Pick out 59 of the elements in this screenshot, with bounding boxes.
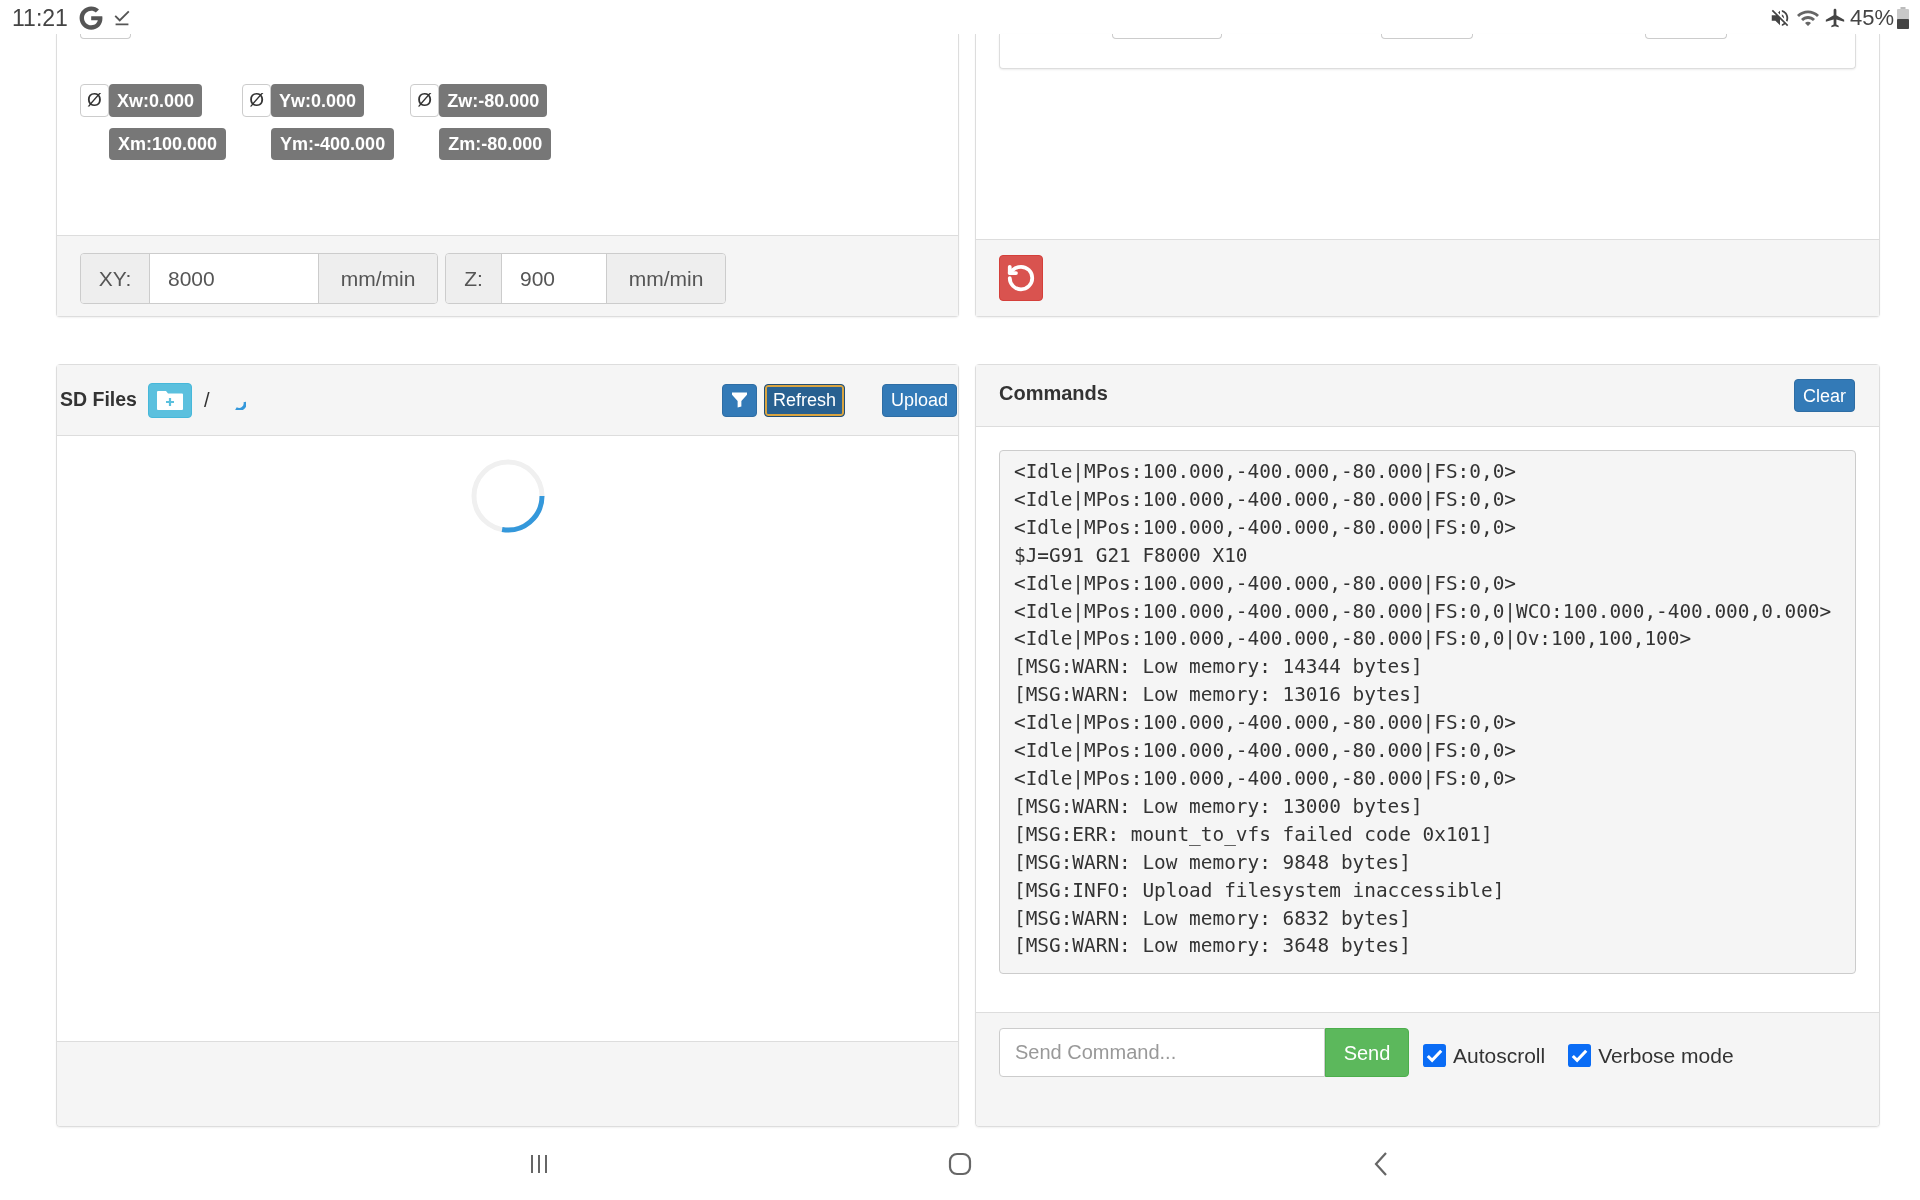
log-line: <Idle|MPos:100.000,-400.000,-80.000|FS:0,0> (1014, 710, 1516, 737)
log-line: <Idle|MPos:100.000,-400.000,-80.000|FS:0,0|Ov:100,100,100> (1014, 626, 1692, 653)
status-time: 11:21 (12, 6, 68, 30)
home-icon[interactable] (948, 1151, 972, 1176)
feed-rate-label: Z: (446, 254, 501, 303)
log-line: [MSG:WARN: Low memory: 6832 bytes] (1014, 905, 1411, 932)
log-line: <Idle|MPos:100.000,-400.000,-80.000|FS:0,0> (1014, 514, 1516, 541)
refresh-button[interactable]: Refresh (763, 383, 845, 417)
log-line: <Idle|MPos:100.000,-400.000,-80.000|FS:0,0|WCO:100.000,-400.000,0.000> (1014, 598, 1832, 625)
checkbox-label: Autoscroll (1453, 1045, 1546, 1066)
machine-position-badge: Ym:-400.000 (271, 128, 395, 160)
log-line: [MSG:INFO: Upload filesystem inaccessible] (1014, 877, 1505, 904)
loading-spinner-icon (469, 458, 546, 534)
recent-apps-icon[interactable] (529, 1153, 549, 1174)
feed-rate-label: XY: (81, 254, 149, 303)
command-input[interactable]: Send Command... (999, 1028, 1325, 1077)
log-line: [MSG:WARN: Low memory: 13000 bytes] (1014, 793, 1423, 820)
log-line: [MSG:WARN: Low memory: 13016 bytes] (1014, 682, 1423, 709)
log-line: <Idle|MPos:100.000,-400.000,-80.000|FS:0,0> (1014, 459, 1516, 485)
panel-title: Commands (999, 381, 1108, 406)
log-line: $J=G91 G21 F8000 X10 (1014, 542, 1248, 569)
log-line: <Idle|MPos:100.000,-400.000,-80.000|FS:0,0> (1014, 738, 1516, 765)
g-logo-icon (78, 6, 103, 30)
counterclockwise-arrow-icon (1006, 263, 1036, 293)
work-position-badge: Zw:-80.000 (439, 84, 548, 117)
filter-icon (731, 392, 747, 408)
back-icon[interactable] (1374, 1151, 1388, 1176)
battery-icon (1897, 7, 1909, 29)
folder-plus-icon (156, 390, 183, 410)
zero-button[interactable]: Ø (80, 84, 109, 117)
filter-button[interactable] (721, 383, 757, 417)
reset-button[interactable] (999, 255, 1043, 301)
feed-rate-field[interactable]: 8000 (149, 254, 319, 303)
zero-button[interactable]: Ø (242, 84, 272, 117)
unit-label: mm/min (319, 254, 437, 303)
checkbox[interactable] (1423, 1044, 1446, 1067)
checkbox-label: Verbose mode (1598, 1045, 1734, 1066)
work-position-badge: Yw:0.000 (271, 84, 365, 117)
log-line: [MSG:WARN: Low memory: 14344 bytes] (1014, 654, 1423, 681)
machine-position-badge: Zm:-80.000 (439, 128, 552, 160)
log-line: <Idle|MPos:100.000,-400.000,-80.000|FS:0,0> (1014, 765, 1516, 792)
airplane-icon (1823, 7, 1846, 29)
log-line: [MSG:WARN: Low memory: 9848 bytes] (1014, 849, 1411, 876)
battery-percent: 45% (1849, 7, 1894, 29)
log-line: [MSG:WARN: Low memory: 3648 bytes] (1014, 933, 1411, 960)
zero-button[interactable]: Ø (410, 84, 440, 117)
log-line: <Idle|MPos:100.000,-400.000,-80.000|FS:0,0> (1014, 486, 1516, 513)
machine-position-badge: Xm:100.000 (109, 128, 227, 160)
spinner-icon (233, 400, 246, 410)
clear-button[interactable]: Clear (1794, 379, 1855, 412)
work-position-badge: Xw:0.000 (109, 84, 203, 117)
current-path: / (203, 388, 210, 413)
upload-button[interactable]: Upload (881, 383, 957, 417)
unit-label: mm/min (607, 254, 725, 303)
log-line: [MSG:ERR: mount_to_vfs failed code 0x101] (1014, 821, 1493, 848)
log-line: <Idle|MPos:100.000,-400.000,-80.000|FS:0,0> (1014, 570, 1516, 597)
checkbox[interactable] (1568, 1044, 1592, 1067)
panel-title: SD Files (60, 387, 137, 413)
feed-rate-field[interactable]: 900 (501, 254, 607, 303)
